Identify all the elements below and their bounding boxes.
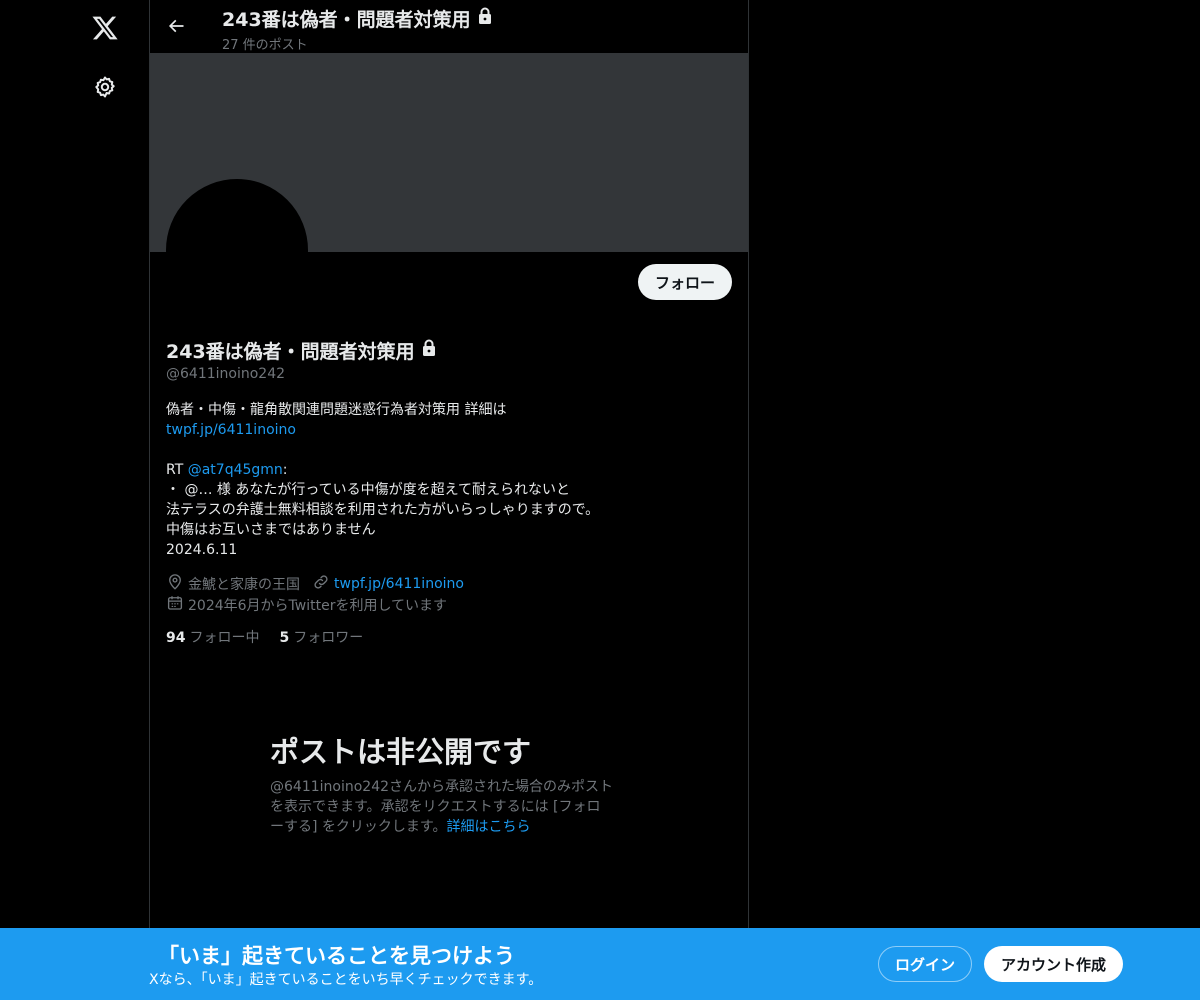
lock-icon (421, 339, 437, 362)
following-count: 94 (166, 630, 186, 646)
private-notice-line: @6411inoino242さんから承認された場合のみポスト (270, 779, 614, 795)
x-logo-icon[interactable] (80, 3, 130, 53)
bio-line: 中傷はお互いさまではありません (166, 522, 376, 538)
link-icon (312, 573, 330, 595)
private-notice: ポストは非公開です @6411inoino242さんから承認された場合のみポスト… (270, 733, 630, 837)
bio-line: 偽者・中傷・龍角散関連問題迷惑行為者対策用 詳細は (166, 402, 507, 418)
gear-icon[interactable] (80, 62, 130, 112)
location-text: 金鯱と家康の王国 (188, 576, 300, 593)
follow-button[interactable]: フォロー (638, 264, 732, 300)
bio-line: ・ @… 様 あなたが行っている中傷が度を超えて耐えられないと (166, 482, 570, 498)
bio-link[interactable]: twpf.jp/6411inoino (166, 422, 296, 438)
avatar[interactable] (166, 179, 308, 321)
location: 金鯱と家康の王国 (166, 573, 300, 595)
header-title: 243番は偽者・問題者対策用 (222, 5, 493, 32)
followers-stat[interactable]: 5 フォロワー (279, 627, 363, 647)
calendar-icon (166, 594, 184, 616)
lock-icon (477, 7, 493, 30)
signup-prompt-bar: 「いま」起きていることを見つけよう Xなら、「いま」起きていることをいち早くチェ… (0, 928, 1200, 1000)
profile-column: 243番は偽者・問題者対策用 27 件のポスト フォロー 243番は偽者・問題者… (149, 0, 749, 1000)
join-date-text: 2024年6月からTwitterを利用しています (188, 597, 448, 614)
bio-line: 法テラスの弁護士無料相談を利用された方がいらっしゃりますので。 (166, 502, 600, 518)
profile-meta: 金鯱と家康の王国 twpf.jp/6411inoino 2024年6月からTwi… (166, 573, 726, 615)
post-count: 27 件のポスト (222, 38, 308, 53)
bio-mention-link[interactable]: @at7q45gmn (188, 462, 283, 478)
following-label: フォロー中 (189, 630, 260, 646)
followers-label: フォロワー (293, 630, 364, 646)
left-nav (0, 0, 150, 1000)
profile-header-bar: 243番は偽者・問題者対策用 27 件のポスト (150, 0, 748, 53)
login-button[interactable]: ログイン (878, 946, 972, 982)
follow-stats: 94 フォロー中 5 フォロワー (166, 627, 363, 647)
location-pin-icon (166, 573, 184, 595)
user-handle: @6411inoino242 (166, 366, 286, 382)
join-date: 2024年6月からTwitterを利用しています (166, 594, 447, 616)
signup-prompt-subtitle: Xなら、「いま」起きていることをいち早くチェックできます。 (149, 972, 543, 988)
private-notice-line: ーする] をクリックします。 (270, 819, 447, 835)
display-name: 243番は偽者・問題者対策用 (166, 337, 437, 364)
following-stat[interactable]: 94 フォロー中 (166, 627, 259, 647)
followers-count: 5 (279, 630, 290, 646)
display-name-text: 243番は偽者・問題者対策用 (166, 341, 415, 363)
create-account-button[interactable]: アカウント作成 (984, 946, 1123, 982)
website-link[interactable]: twpf.jp/6411inoino (334, 576, 464, 592)
website: twpf.jp/6411inoino (312, 573, 464, 595)
back-arrow-icon[interactable] (158, 8, 194, 44)
header-title-text: 243番は偽者・問題者対策用 (222, 9, 471, 31)
bio-rt-prefix: RT (166, 462, 188, 478)
bio-line: 2024.6.11 (166, 542, 238, 558)
private-notice-description: @6411inoino242さんから承認された場合のみポスト を表示できます。承… (270, 777, 630, 837)
signup-prompt-title: 「いま」起きていることを見つけよう (158, 944, 515, 968)
bio-rt-colon: : (282, 462, 288, 478)
profile-bio: 偽者・中傷・龍角散関連問題迷惑行為者対策用 詳細は twpf.jp/6411in… (166, 400, 726, 560)
learn-more-link[interactable]: 詳細はこちら (447, 819, 531, 835)
private-notice-line: を表示できます。承認をリクエストするには [フォロ (270, 799, 601, 815)
private-notice-title: ポストは非公開です (270, 735, 532, 769)
